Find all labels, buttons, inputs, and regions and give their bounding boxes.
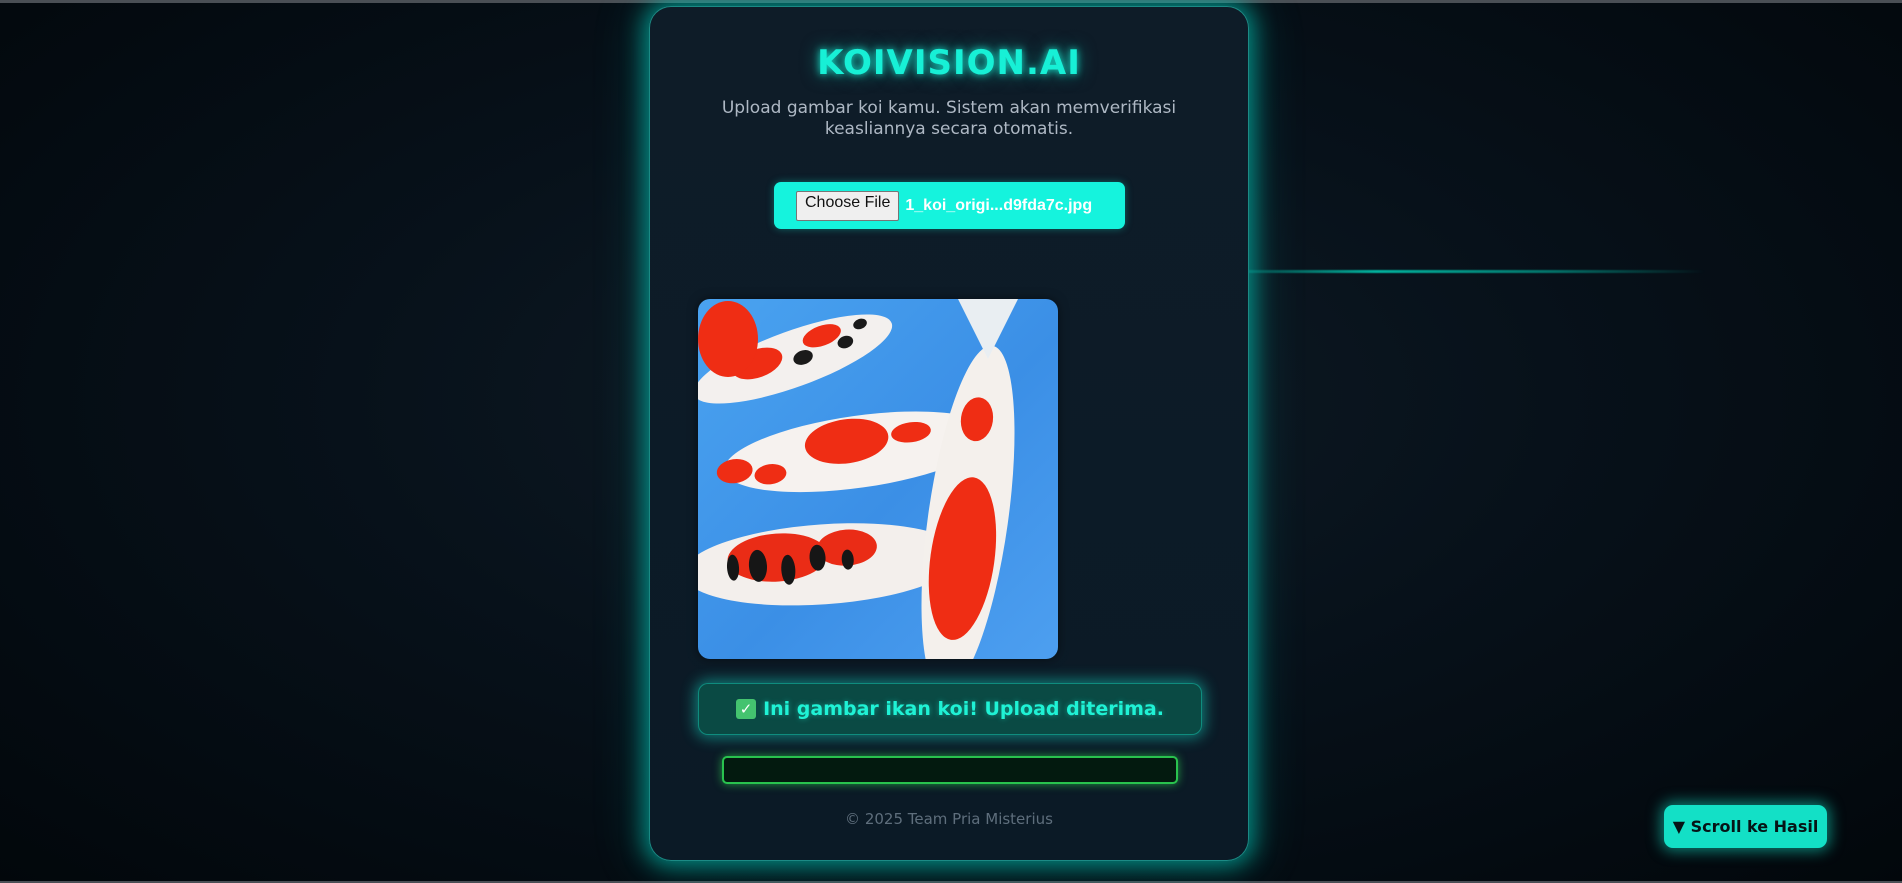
- check-icon: ✓: [736, 699, 757, 719]
- choose-file-button[interactable]: Choose File: [796, 190, 900, 221]
- upload-card: KOIVISION.AI Upload gambar koi kamu. Sis…: [649, 6, 1249, 861]
- progress-bar: [722, 756, 1178, 784]
- app-subtitle: Upload gambar koi kamu. Sistem akan memv…: [721, 98, 1177, 139]
- file-upload-control[interactable]: Choose File 1_koi_origi...d9fda7c.jpg: [774, 182, 1125, 229]
- app-title: KOIVISION.AI: [817, 43, 1081, 83]
- verification-result: ✓ Ini gambar ikan koi! Upload diterima.: [698, 683, 1202, 735]
- footer-copyright: © 2025 Team Pria Misterius: [845, 810, 1053, 828]
- verification-message: Ini gambar ikan koi! Upload diterima.: [763, 698, 1164, 720]
- selected-file-name: 1_koi_origi...d9fda7c.jpg: [905, 196, 1093, 214]
- scroll-to-results-button[interactable]: ▼ Scroll ke Hasil: [1664, 805, 1827, 848]
- koi-preview-image: [698, 299, 1058, 659]
- decorative-scan-line: [1200, 270, 1705, 273]
- koi-fish-photo: [698, 299, 1058, 659]
